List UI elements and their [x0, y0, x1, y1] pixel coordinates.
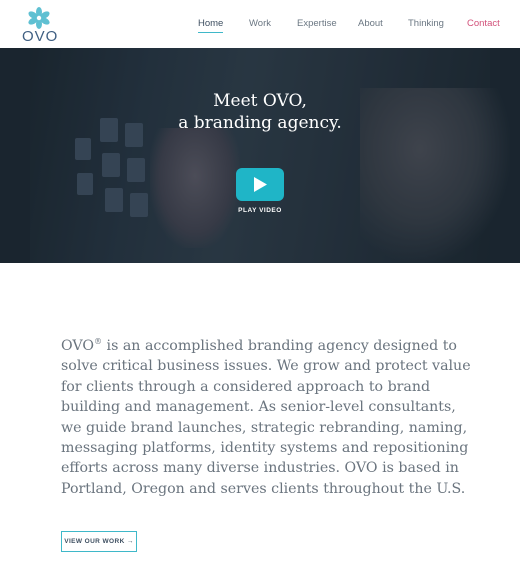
hero-title: Meet OVO, a branding agency. [0, 90, 520, 134]
ovo-logo[interactable]: OVO [22, 7, 59, 45]
intro-brand: OVO [61, 338, 95, 354]
play-icon [254, 177, 267, 192]
hero-video: Meet OVO, a branding agency. PLAY VIDEO [0, 48, 520, 263]
nav-work[interactable]: Work [249, 18, 271, 29]
registered-mark: ® [94, 337, 103, 346]
nav-home[interactable]: Home [198, 18, 224, 33]
play-video-label[interactable]: PLAY VIDEO [0, 207, 520, 214]
flower-icon [28, 7, 50, 29]
hero-title-line-2: a branding agency. [178, 113, 342, 133]
nav-expertise[interactable]: Expertise [297, 18, 337, 29]
play-video-button[interactable] [236, 168, 284, 201]
site-header: OVO Home Work Expertise About Thinking C… [0, 0, 520, 48]
nav-about[interactable]: About [358, 18, 383, 29]
hero-title-line-1: Meet OVO, [213, 91, 307, 111]
intro-text: is an accomplished branding agency desig… [61, 338, 471, 497]
nav-thinking[interactable]: Thinking [408, 18, 444, 29]
logo-text: OVO [22, 28, 59, 45]
nav-contact[interactable]: Contact [467, 18, 500, 29]
view-our-work-button[interactable]: VIEW OUR WORK → [61, 531, 137, 552]
intro-paragraph: OVO® is an accomplished branding agency … [61, 332, 471, 499]
main-nav: Home Work Expertise About Thinking Conta… [198, 18, 500, 34]
